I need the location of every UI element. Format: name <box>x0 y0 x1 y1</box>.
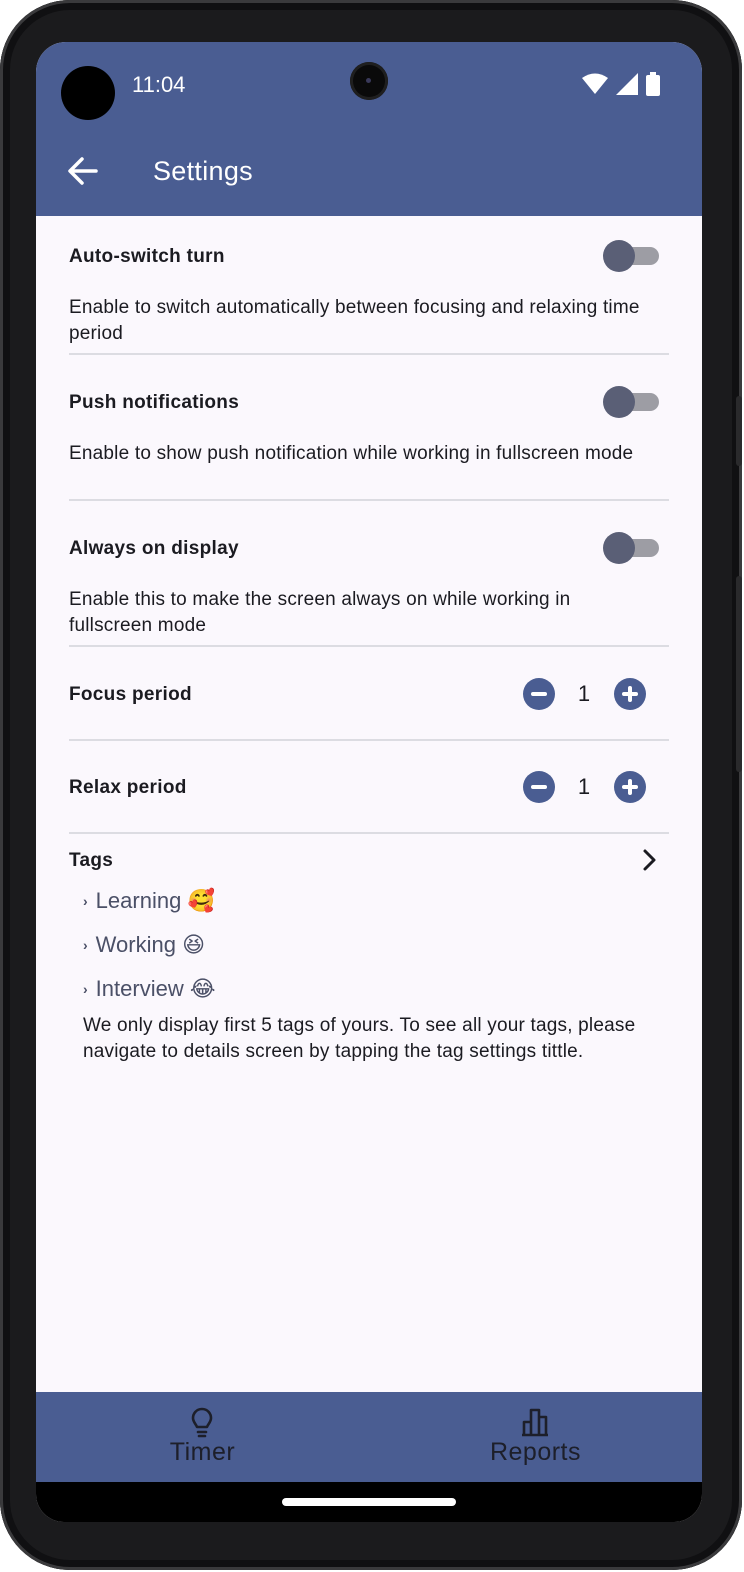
status-time: 11:04 <box>132 72 186 97</box>
camera-cutout <box>350 62 388 100</box>
tag-emoji: 🥰 <box>187 888 215 913</box>
divider <box>69 353 669 355</box>
tag-label: Learning <box>95 888 182 913</box>
power-button <box>736 576 742 772</box>
tag-item: › Working 😆 <box>83 932 205 958</box>
bottom-navigation: Timer Reports <box>36 1392 702 1482</box>
always-on-display-toggle[interactable] <box>603 532 659 564</box>
tag-label: Working <box>95 932 176 957</box>
auto-switch-description: Enable to switch automatically between f… <box>69 297 640 344</box>
bar-chart-icon <box>522 1408 548 1437</box>
always-on-display-description: Enable this to make the screen always on… <box>69 589 571 636</box>
device-frame: 11:04 Settings Auto-switch turn Enable t… <box>0 0 742 1570</box>
relax-period-title: Relax period <box>69 777 187 798</box>
divider <box>69 832 669 834</box>
bullet-icon: › <box>83 981 88 997</box>
nav-item-reports[interactable]: Reports <box>369 1392 702 1482</box>
bullet-icon: › <box>83 893 88 909</box>
top-app-bar: 11:04 Settings <box>36 42 702 216</box>
focus-period-title: Focus period <box>69 684 192 705</box>
nav-label-reports: Reports <box>489 1438 582 1466</box>
tags-title[interactable]: Tags <box>69 850 113 872</box>
bullet-icon: › <box>83 937 88 953</box>
push-notifications-toggle[interactable] <box>603 386 659 418</box>
page-title: Settings <box>153 156 253 186</box>
nav-label-timer: Timer <box>169 1438 236 1466</box>
volume-button <box>736 396 742 466</box>
nav-item-timer[interactable]: Timer <box>36 1392 369 1482</box>
screen: 11:04 Settings Auto-switch turn Enable t… <box>36 42 702 1522</box>
lightbulb-icon <box>191 1407 213 1438</box>
divider <box>69 739 669 741</box>
push-notifications-description: Enable to show push notification while w… <box>69 443 634 464</box>
relax-period-decrement-button[interactable] <box>523 771 555 803</box>
signal-icon <box>616 73 638 95</box>
battery-icon <box>646 72 660 96</box>
tag-label: Interview <box>95 976 184 1001</box>
home-gesture-handle[interactable] <box>282 1498 456 1506</box>
wifi-icon <box>582 73 608 94</box>
relax-period-increment-button[interactable] <box>614 771 646 803</box>
focus-period-decrement-button[interactable] <box>523 678 555 710</box>
tag-item: › Learning 🥰 <box>83 888 215 914</box>
tag-item: › Interview 😂 <box>83 976 216 1002</box>
focus-period-increment-button[interactable] <box>614 678 646 710</box>
tag-emoji: 😆 <box>182 932 206 957</box>
tags-note: We only display first 5 tags of yours. T… <box>83 1015 636 1062</box>
push-notifications-title: Push notifications <box>69 392 240 413</box>
arrow-left-icon[interactable] <box>66 154 100 188</box>
tag-emoji: 😂 <box>189 976 216 1001</box>
auto-switch-toggle[interactable] <box>603 240 659 272</box>
auto-switch-title: Auto-switch turn <box>69 246 225 267</box>
chevron-right-icon[interactable] <box>638 848 660 872</box>
divider <box>69 645 669 647</box>
focus-period-value: 1 <box>577 681 591 706</box>
relax-period-value: 1 <box>577 774 591 799</box>
status-dot <box>61 66 115 120</box>
always-on-display-title: Always on display <box>69 538 239 559</box>
divider <box>69 499 669 501</box>
status-icons <box>582 72 660 96</box>
